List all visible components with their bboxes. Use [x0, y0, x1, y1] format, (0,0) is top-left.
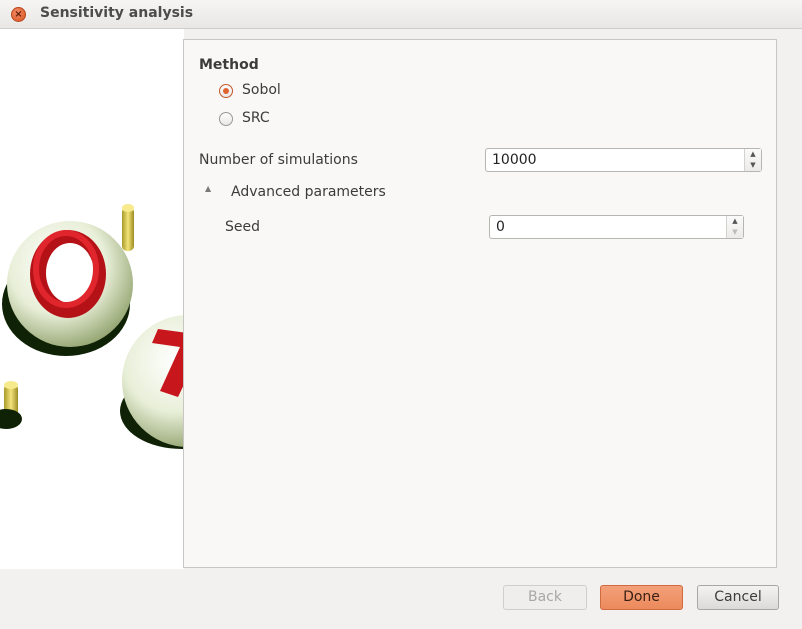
collapse-triangle-icon[interactable]: ▲ — [205, 184, 211, 193]
decrement-arrow-icon[interactable]: ▼ — [745, 160, 761, 171]
cancel-button[interactable]: Cancel — [697, 585, 779, 610]
decrement-arrow-icon[interactable]: ▼ — [727, 227, 743, 238]
num-simulations-value[interactable]: 10000 — [492, 152, 537, 168]
spin-arrows: ▲ ▼ — [726, 216, 743, 238]
sobol-radio[interactable] — [219, 84, 233, 98]
close-icon[interactable]: × — [11, 7, 26, 22]
wizard-page-panel — [183, 39, 777, 568]
openturns-logo-icon — [0, 204, 184, 449]
back-button[interactable]: Back — [503, 585, 587, 610]
spin-arrows: ▲ ▼ — [744, 149, 761, 171]
increment-arrow-icon[interactable]: ▲ — [745, 149, 761, 160]
increment-arrow-icon[interactable]: ▲ — [727, 216, 743, 227]
num-simulations-spinbox[interactable]: 10000 ▲ ▼ — [485, 148, 762, 172]
method-label: Method — [199, 57, 259, 73]
src-radio[interactable] — [219, 112, 233, 126]
seed-value[interactable]: 0 — [496, 219, 505, 235]
seed-label: Seed — [225, 219, 260, 235]
advanced-parameters-toggle[interactable]: Advanced parameters — [231, 184, 386, 200]
seed-spinbox[interactable]: 0 ▲ ▼ — [489, 215, 744, 239]
wizard-side-image — [0, 29, 184, 569]
window-title: Sensitivity analysis — [40, 5, 194, 21]
sobol-radio-label[interactable]: Sobol — [242, 82, 281, 98]
done-button[interactable]: Done — [600, 585, 683, 610]
src-radio-label[interactable]: SRC — [242, 110, 270, 126]
num-simulations-label: Number of simulations — [199, 152, 358, 168]
title-bar: × Sensitivity analysis — [0, 0, 802, 29]
